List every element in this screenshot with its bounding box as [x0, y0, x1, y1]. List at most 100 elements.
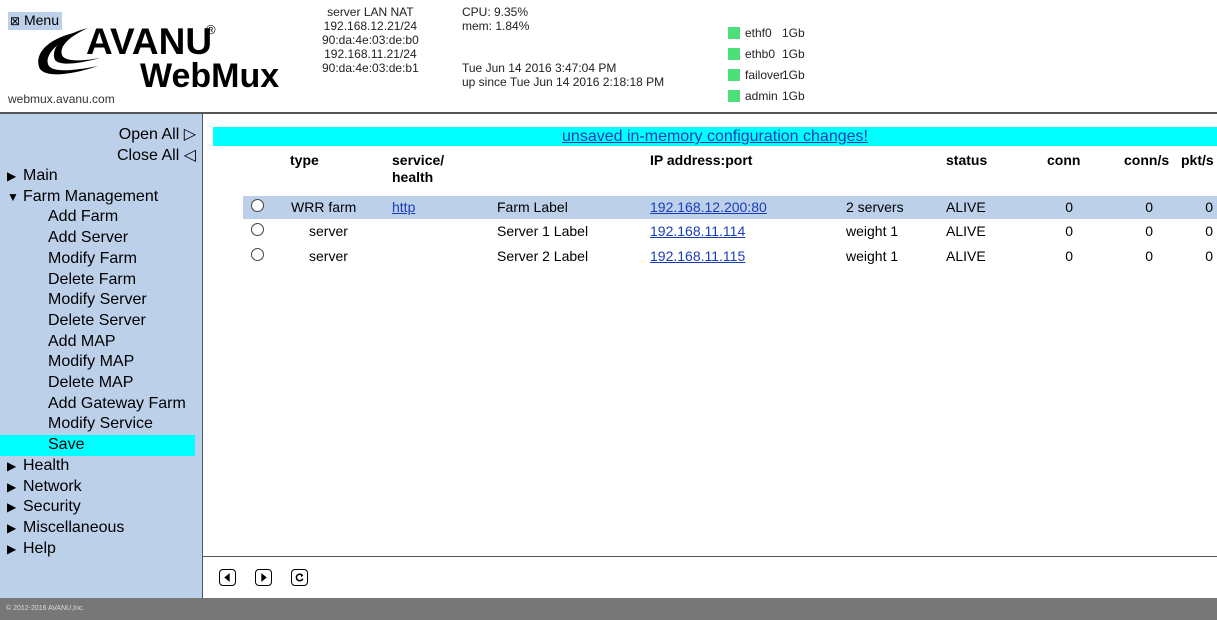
expand-arrow-icon: ▶ [7, 520, 17, 535]
sidebar-item-miscellaneous[interactable]: ▶ Miscellaneous [0, 518, 202, 539]
forward-icon [261, 573, 267, 582]
sidebar-item-security[interactable]: ▶ Security [0, 497, 202, 518]
interface-list: ethf0 1Gb ethb0 1Gb failover 1Gb admin 1Gb [728, 22, 805, 106]
close-all-link[interactable]: Close All ◁ [0, 145, 202, 166]
interface-name: failover [745, 67, 784, 82]
sidebar-item-label: Farm Management [23, 187, 159, 205]
sidebar-item-label: Health [23, 456, 70, 474]
uptime: up since Tue Jun 14 2016 2:18:18 PM [462, 75, 665, 89]
sidebar-item-label: Miscellaneous [23, 518, 125, 536]
sidebar-item-add-farm[interactable]: Add Farm [0, 207, 202, 228]
table-row[interactable]: WRR farm http Farm Label 192.168.12.200:… [243, 196, 1217, 219]
brand-top: AVANU [86, 21, 212, 62]
row-type: WRR farm [291, 199, 357, 215]
sidebar-item-main[interactable]: ▶ Main [0, 166, 202, 187]
column-header-ip: IP address:port [650, 152, 753, 168]
expand-arrow-icon: ▶ [7, 458, 17, 473]
sidebar-item-save[interactable]: Save [0, 435, 195, 456]
sidebar-item-modify-service[interactable]: Modify Service [0, 414, 202, 435]
sidebar-item-help[interactable]: ▶ Help [0, 539, 202, 560]
sidebar-item-delete-server[interactable]: Delete Server [0, 311, 202, 332]
unsaved-changes-link[interactable]: unsaved in-memory configuration changes! [562, 128, 868, 145]
row-ip-link[interactable]: 192.168.12.200:80 [650, 199, 767, 216]
divider [203, 556, 1217, 557]
interface-name: ethb0 [745, 46, 776, 61]
sidebar-item-farm-management[interactable]: ▼ Farm Management [0, 187, 202, 208]
server-info-line: server LAN NAT [327, 5, 414, 19]
interface-row: admin 1Gb [728, 85, 805, 106]
sidebar-item-add-map[interactable]: Add MAP [0, 332, 202, 353]
open-all-link[interactable]: Open All ▷ [0, 124, 202, 145]
sidebar-item-delete-map[interactable]: Delete MAP [0, 373, 202, 394]
sidebar-item-label: Security [23, 498, 81, 516]
server-info-line: 192.168.11.21/24 [324, 47, 417, 61]
cpu-usage: CPU: 9.35% [462, 5, 529, 19]
sidebar-item-modify-map[interactable]: Modify MAP [0, 352, 202, 373]
avanu-logo: AVANU ® WebMux [38, 21, 279, 95]
row-type: server [309, 248, 348, 264]
sidebar-item-modify-server[interactable]: Modify Server [0, 290, 202, 311]
mem-usage: mem: 1.84% [462, 19, 530, 33]
brand-reg: ® [206, 22, 216, 37]
interface-row: ethb0 1Gb [728, 43, 805, 64]
row-ip-link[interactable]: 192.168.11.114 [650, 223, 745, 240]
row-conn: 0 [1065, 199, 1073, 215]
row-pkt-s: 0 [1205, 223, 1213, 239]
sidebar-item-health[interactable]: ▶ Health [0, 456, 202, 477]
row-status: ALIVE [946, 223, 986, 239]
server-info-line: 90:da:4e:03:de:b0 [322, 33, 419, 47]
unsaved-changes-banner: unsaved in-memory configuration changes! [213, 127, 1217, 146]
status-indicator-icon [728, 26, 740, 39]
sidebar-item-label: Network [23, 477, 82, 495]
status-indicator-icon [728, 68, 740, 81]
sidebar-item-modify-farm[interactable]: Modify Farm [0, 249, 202, 270]
sidebar-item-network[interactable]: ▶ Network [0, 477, 202, 498]
system-stats: CPU: 9.35% mem: 1.84% [462, 5, 529, 33]
row-ip-link[interactable]: 192.168.11.115 [650, 248, 745, 265]
interface-row: ethf0 1Gb [728, 22, 805, 43]
expand-arrow-icon: ▶ [7, 541, 17, 556]
interface-name: admin [745, 88, 778, 103]
refresh-icon [295, 573, 304, 582]
sidebar-item-add-server[interactable]: Add Server [0, 228, 202, 249]
interface-speed: 1Gb [782, 25, 805, 40]
column-header-service: service/health [392, 152, 444, 186]
interface-speed: 1Gb [782, 88, 805, 103]
column-header-health-line: health [392, 169, 434, 185]
table-row[interactable]: server Server 2 Label 192.168.11.115 wei… [243, 245, 1217, 268]
refresh-button[interactable] [291, 569, 308, 586]
row-label: Server 1 Label [497, 223, 589, 239]
table-row[interactable]: server Server 1 Label 192.168.11.114 wei… [243, 220, 1217, 243]
expand-arrow-icon: ▶ [7, 479, 17, 494]
row-label: Farm Label [497, 199, 568, 215]
row-select-radio[interactable] [251, 223, 264, 236]
sidebar-item-add-gateway-farm[interactable]: Add Gateway Farm [0, 394, 202, 415]
row-status: ALIVE [946, 248, 986, 264]
back-button[interactable] [219, 569, 236, 586]
server-info-line: 90:da:4e:03:de:b1 [322, 61, 419, 75]
row-select-radio[interactable] [251, 248, 264, 261]
sidebar-item-label: Help [23, 539, 56, 557]
sidebar-item-delete-farm[interactable]: Delete Farm [0, 270, 202, 291]
row-conn-s: 0 [1145, 223, 1153, 239]
server-info-line: 192.168.12.21/24 [323, 19, 418, 33]
server-info: server LAN NAT 192.168.12.21/24 90:da:4e… [322, 5, 419, 75]
expand-arrow-icon: ▶ [7, 500, 17, 515]
column-header-type: type [290, 152, 319, 168]
row-info: weight 1 [846, 223, 899, 239]
forward-button[interactable] [255, 569, 272, 586]
row-service-link[interactable]: http [392, 199, 415, 216]
row-pkt-s: 0 [1205, 248, 1213, 264]
row-pkt-s: 0 [1205, 199, 1213, 215]
row-conn-s: 0 [1145, 199, 1153, 215]
footer: © 2012-2016 AVANU,Inc. [0, 598, 1217, 620]
time-info: Tue Jun 14 2016 3:47:04 PM up since Tue … [462, 61, 664, 89]
column-header-service-line: service/ [392, 152, 445, 168]
status-indicator-icon [728, 89, 740, 102]
row-select-radio[interactable] [251, 199, 264, 212]
status-indicator-icon [728, 47, 740, 60]
column-header-conn-s: conn/s [1124, 152, 1170, 168]
interface-speed: 1Gb [782, 46, 805, 61]
interface-speed: 1Gb [782, 67, 805, 82]
interface-name: ethf0 [745, 25, 772, 40]
